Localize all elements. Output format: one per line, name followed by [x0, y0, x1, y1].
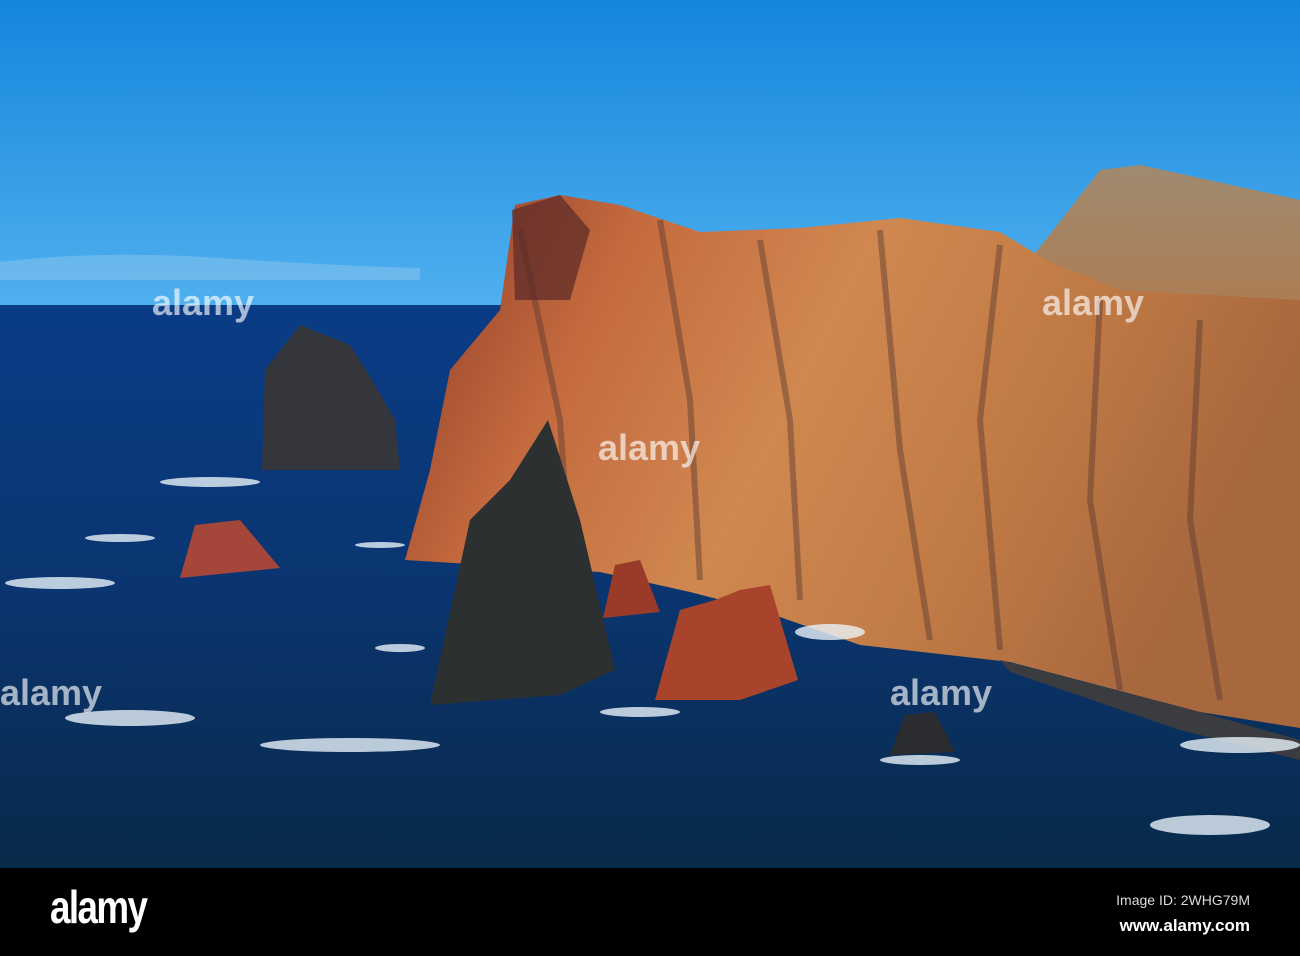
photo-coastal-cliffs: alamy alamy alamy alamy alamy — [0, 0, 1300, 868]
svg-text:alamy: alamy — [890, 672, 992, 713]
footer-bar: alamy Image ID: 2WHG79M www.alamy.com — [0, 868, 1300, 956]
website-link[interactable]: www.alamy.com — [1120, 916, 1250, 936]
image-id: Image ID: 2WHG79M — [1116, 892, 1250, 908]
stock-photo-page: alamy alamy alamy alamy alamy alamy Imag… — [0, 0, 1300, 956]
svg-text:alamy: alamy — [0, 672, 102, 713]
alamy-logo[interactable]: alamy — [50, 880, 148, 934]
svg-text:alamy: alamy — [152, 282, 254, 323]
svg-text:alamy: alamy — [598, 427, 700, 468]
svg-text:alamy: alamy — [1042, 282, 1144, 323]
